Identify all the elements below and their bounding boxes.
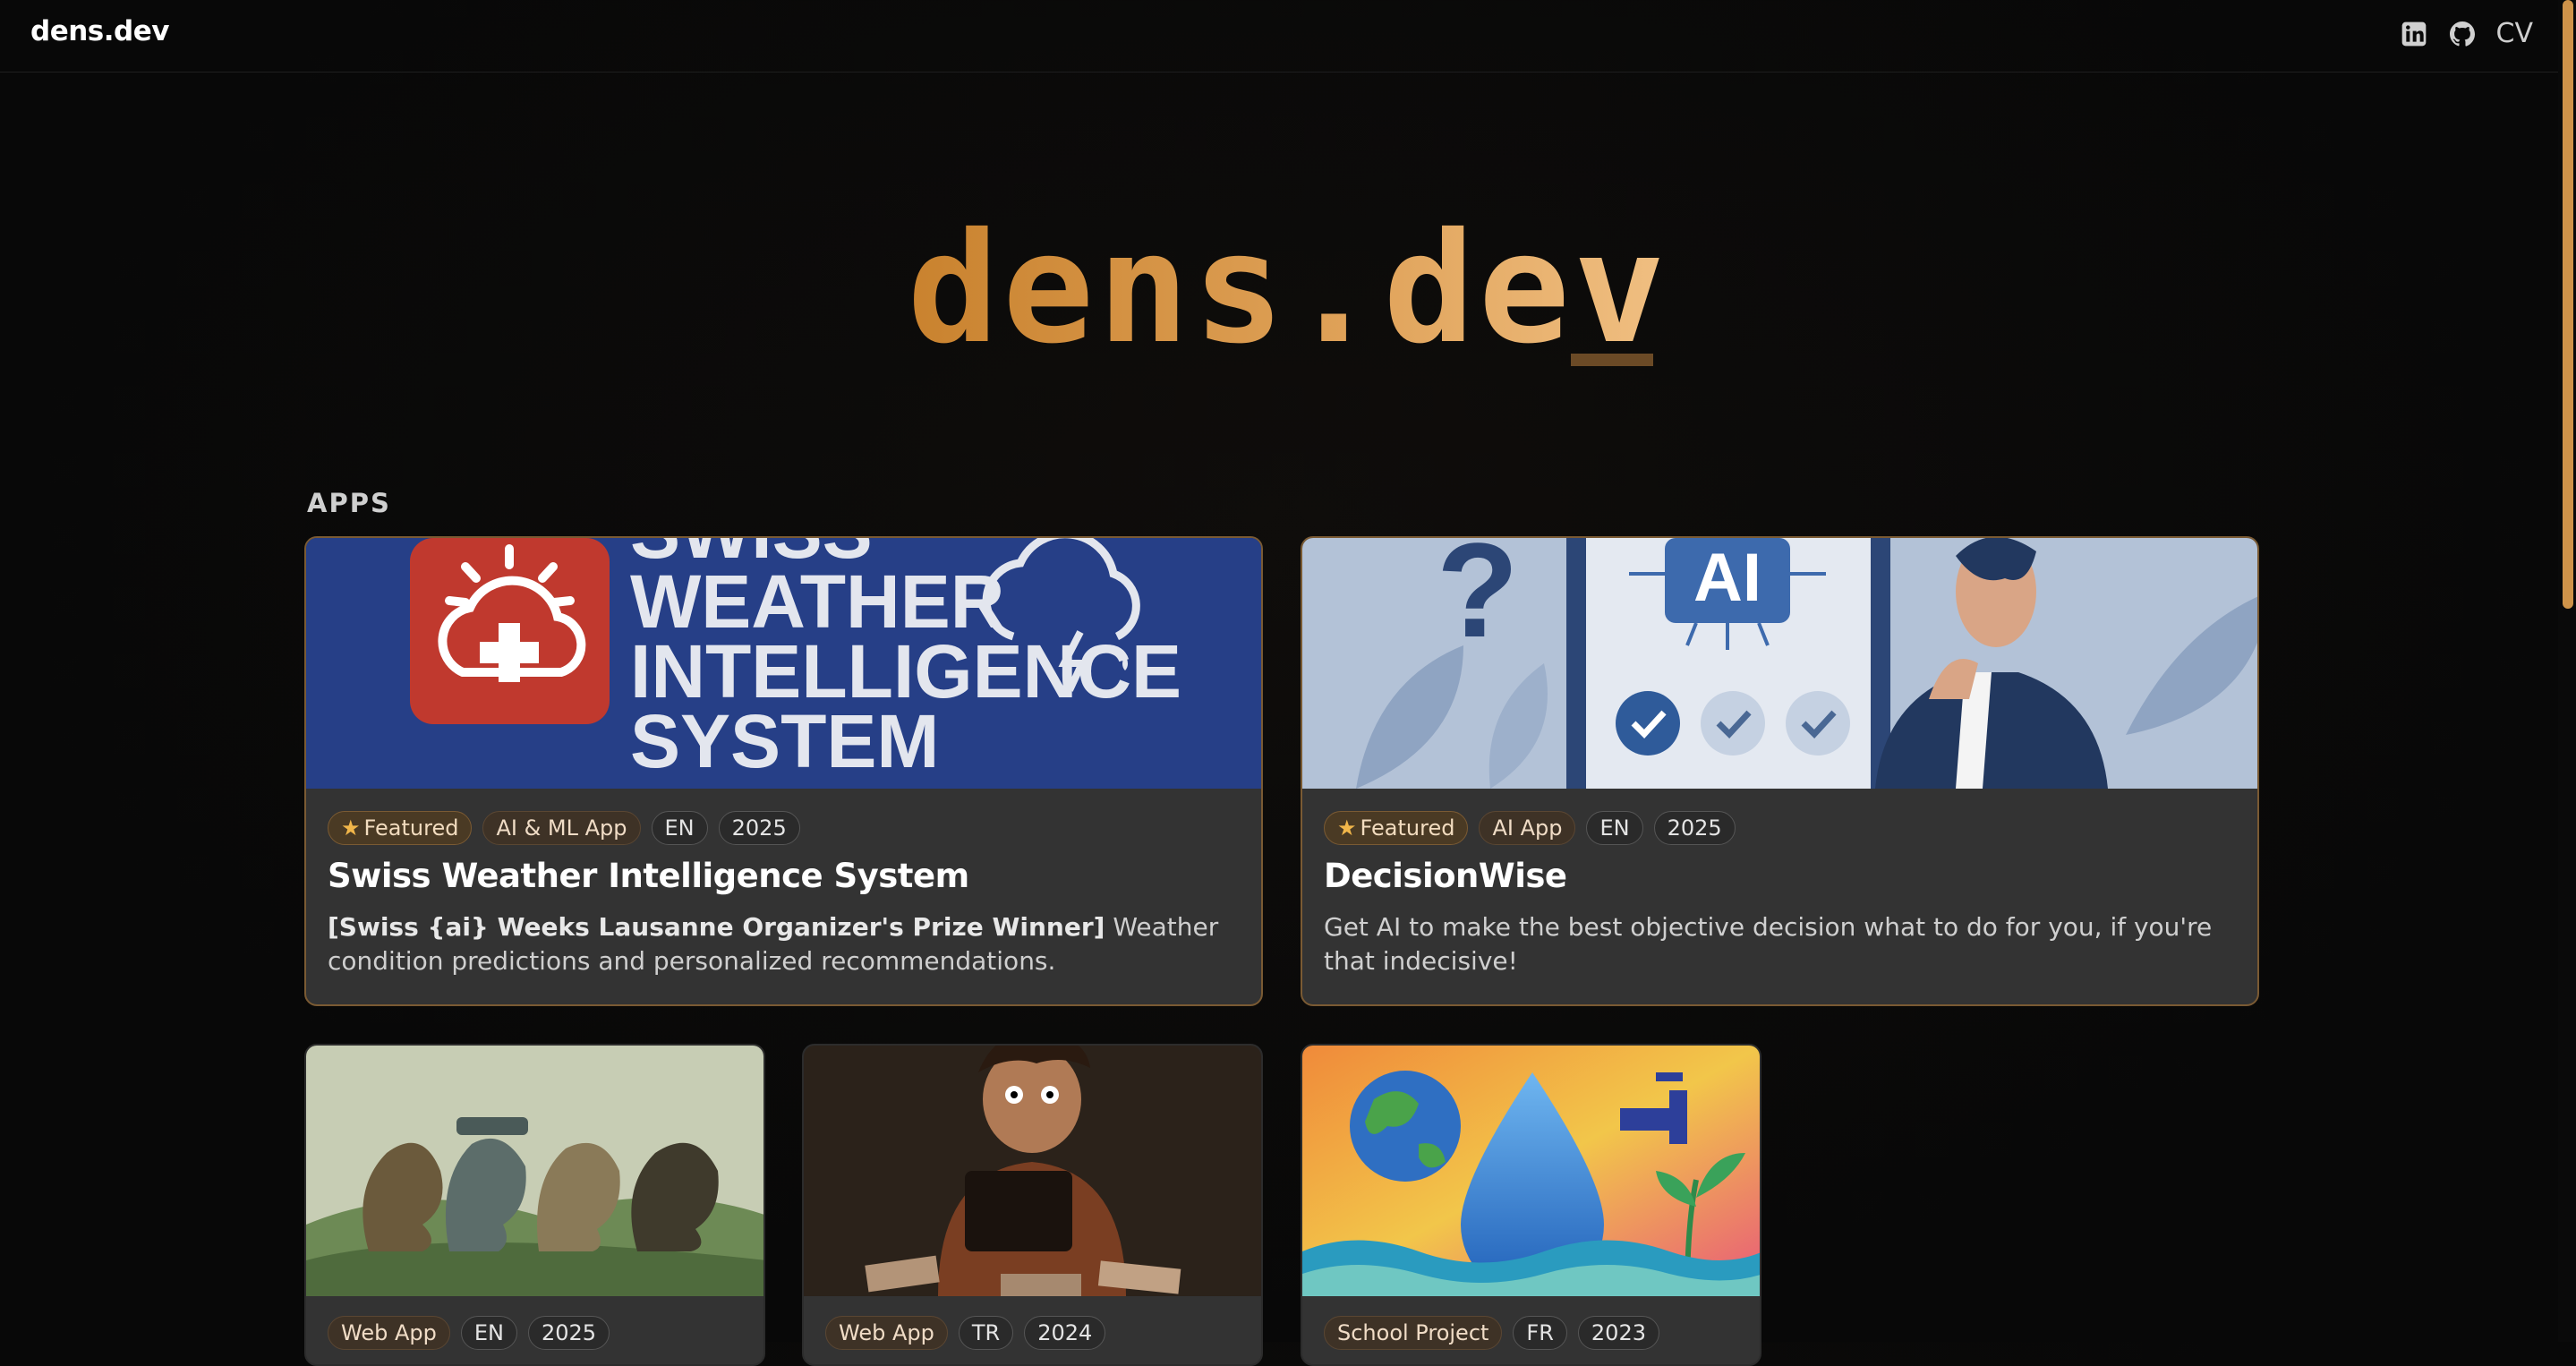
app-card-school-project-2023[interactable]: School Project FR 2023 <box>1301 1044 1761 1366</box>
card-description-highlight: [Swiss {ai} Weeks Lausanne Organizer's P… <box>328 912 1105 942</box>
section-title-apps: APPS <box>307 488 391 518</box>
app-card-web-app-2025[interactable]: Web App EN 2025 <box>304 1044 765 1366</box>
app-card-swiss-weather[interactable]: SWISS WEATHER INTELLIGENCE SYSTEM ★Featu… <box>304 536 1263 1006</box>
tag-list: ★ Featured AI & ML App EN 2025 <box>328 811 800 845</box>
tag-language: FR <box>1513 1316 1567 1350</box>
tag-year: 2025 <box>718 811 800 845</box>
profiles-artwork <box>306 1046 763 1296</box>
hero: dens.dev <box>0 213 2576 365</box>
swiss-weather-artwork: SWISS WEATHER INTELLIGENCE SYSTEM <box>306 538 1261 789</box>
card-thumbnail: SWISS WEATHER INTELLIGENCE SYSTEM <box>306 538 1261 789</box>
github-icon[interactable] <box>2448 20 2477 48</box>
tag-featured: ★ Featured <box>328 811 473 845</box>
empty-wallet-artwork <box>804 1046 1261 1296</box>
tag-category: AI App <box>1479 811 1576 845</box>
card-title: Swiss Weather Intelligence System <box>328 857 969 895</box>
tag-language: EN <box>1586 811 1643 845</box>
tag-category: Web App <box>825 1316 948 1350</box>
tag-category: Web App <box>328 1316 450 1350</box>
tag-list: School Project FR 2023 <box>1324 1316 1659 1350</box>
tag-year: 2025 <box>527 1316 610 1350</box>
app-card-decisionwise[interactable]: ? AI ★ Featured AI App EN 2025 DecisionWi… <box>1301 536 2259 1006</box>
tag-list: Web App EN 2025 <box>328 1316 610 1350</box>
tag-year: 2023 <box>1577 1316 1659 1350</box>
water-artwork <box>1302 1046 1760 1296</box>
card-thumbnail: ? AI <box>1302 538 2257 789</box>
tag-year: 2024 <box>1024 1316 1106 1350</box>
decisionwise-artwork: ? AI <box>1302 538 2257 789</box>
tag-category: AI & ML App <box>482 811 641 845</box>
art-ai-chip: AI <box>1693 540 1761 616</box>
star-icon: ★ <box>341 815 361 841</box>
tag-year: 2025 <box>1653 811 1736 845</box>
top-navbar: dens.dev CV <box>0 0 2576 73</box>
linkedin-icon[interactable] <box>2400 20 2428 48</box>
tag-language: TR <box>958 1316 1014 1350</box>
card-thumbnail <box>306 1046 763 1296</box>
tag-list: ★ Featured AI App EN 2025 <box>1324 811 1736 845</box>
tag-language: EN <box>460 1316 517 1350</box>
art-question-mark: ? <box>1437 538 1519 665</box>
tag-list: Web App TR 2024 <box>825 1316 1106 1350</box>
hero-title: dens.dev <box>907 201 1669 378</box>
card-thumbnail <box>804 1046 1261 1296</box>
tag-language: EN <box>651 811 708 845</box>
card-title: DecisionWise <box>1324 857 1567 895</box>
app-card-web-app-2024[interactable]: Web App TR 2024 <box>802 1044 1263 1366</box>
hero-cursor <box>1571 354 1653 366</box>
art-text-system: SYSTEM <box>630 699 939 783</box>
card-thumbnail <box>1302 1046 1760 1296</box>
card-description: [Swiss {ai} Weeks Lausanne Organizer's P… <box>328 912 1219 976</box>
card-description: Get AI to make the best objective decisi… <box>1324 912 2213 976</box>
star-icon: ★ <box>1337 815 1357 841</box>
nav-links: CV <box>2400 18 2533 49</box>
tag-category: School Project <box>1324 1316 1503 1350</box>
brand-logo[interactable]: dens.dev <box>30 15 169 47</box>
cv-link[interactable]: CV <box>2496 18 2533 49</box>
tag-featured: ★ Featured <box>1324 811 1469 845</box>
scrollbar[interactable] <box>2558 0 2576 1342</box>
